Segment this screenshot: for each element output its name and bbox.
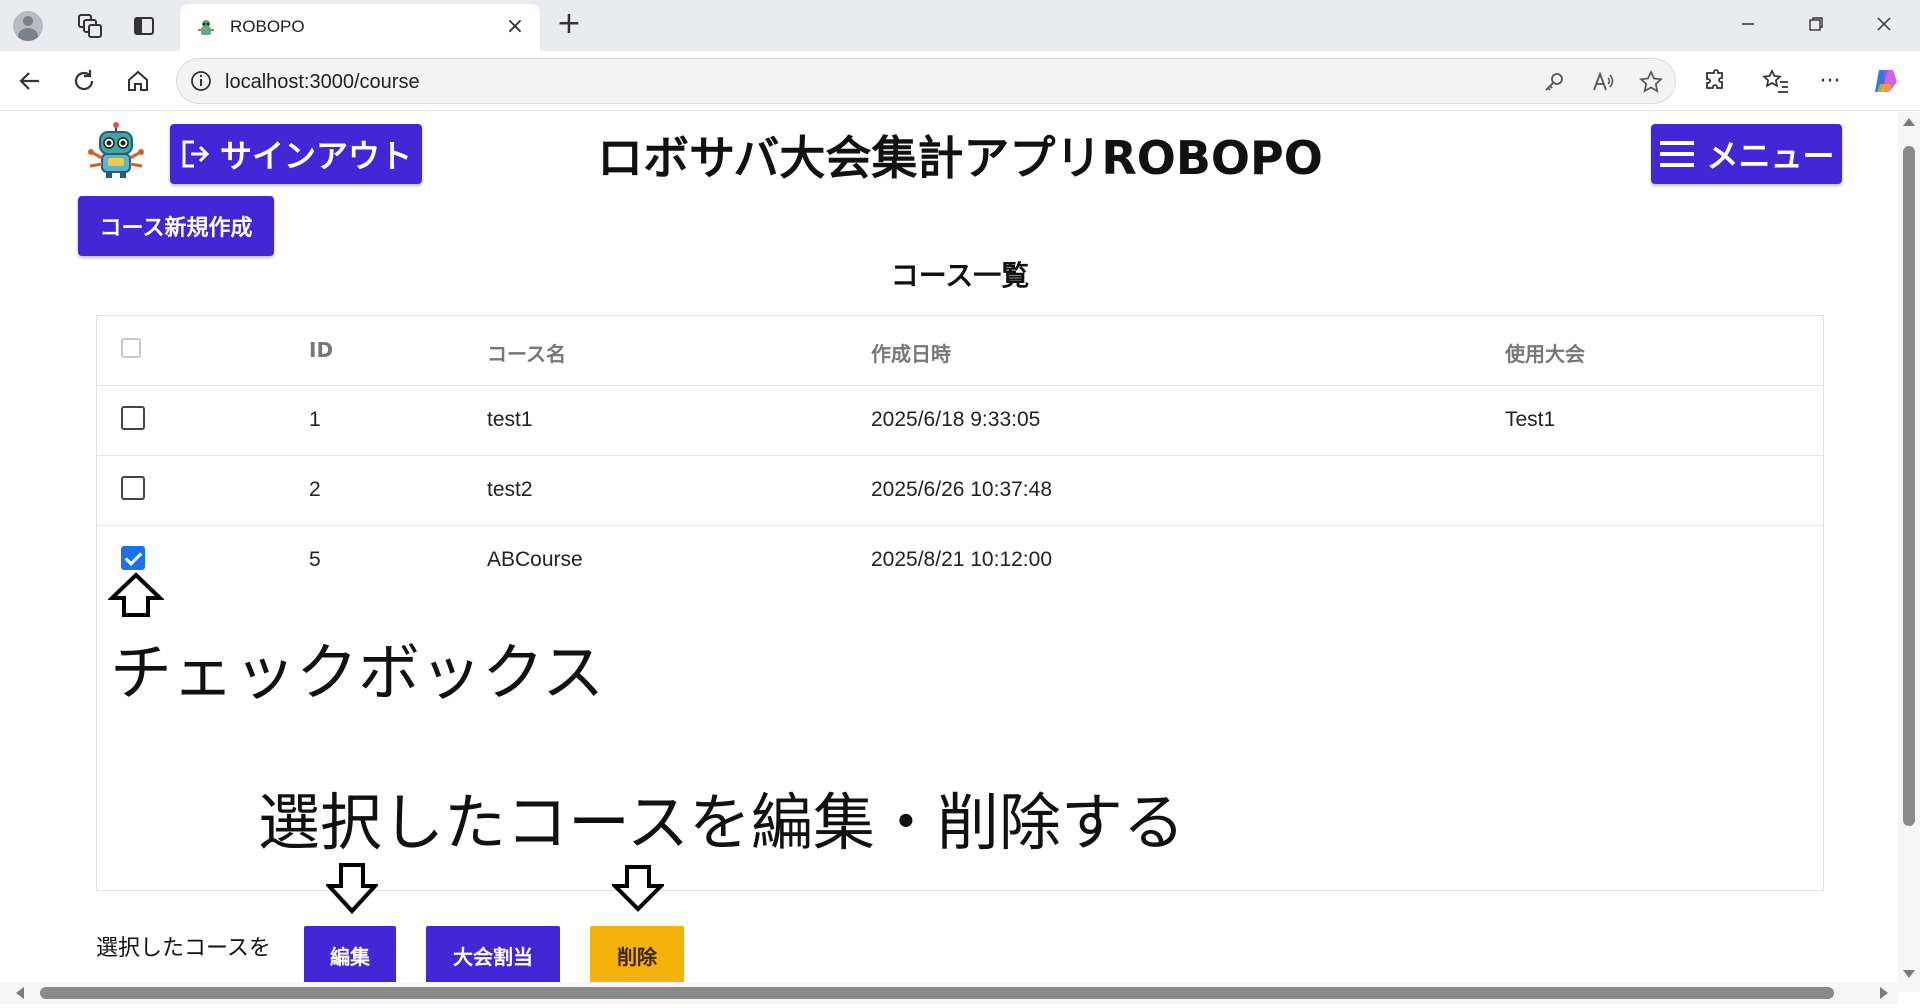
vertical-scrollbar[interactable] — [1898, 112, 1920, 992]
vertical-tabs-icon[interactable] — [128, 10, 160, 42]
scroll-left-icon[interactable] — [16, 987, 24, 999]
annotation-down-arrow-icon — [612, 865, 664, 912]
cell-id: 5 — [309, 548, 321, 571]
robot-favicon-icon — [198, 20, 214, 35]
column-header-created[interactable]: 作成日時 — [871, 338, 951, 367]
row-checkbox[interactable] — [121, 476, 145, 500]
read-aloud-icon[interactable] — [1589, 68, 1617, 96]
profile-icon[interactable] — [12, 10, 44, 42]
page-viewport: サインアウト ロボサバ大会集計アプリROBOPO メニュー コース新規作成 コー… — [0, 112, 1920, 1008]
signout-label: サインアウト — [219, 137, 412, 175]
annotation-up-arrow-icon — [108, 572, 164, 617]
vertical-scroll-thumb[interactable] — [1903, 146, 1915, 826]
cell-created: 2025/6/18 9:33:05 — [871, 408, 1041, 431]
table-row[interactable]: 2 test2 2025/6/26 10:37:48 — [97, 456, 1823, 526]
back-icon[interactable] — [12, 63, 48, 99]
extensions-icon[interactable] — [1696, 63, 1732, 99]
column-header-id[interactable]: ID — [309, 338, 333, 362]
table-header-row: ID コース名 作成日時 使用大会 — [97, 316, 1823, 386]
minimize-icon[interactable] — [1720, 8, 1776, 42]
annotation-edit-delete-text: 選択したコースを編集・削除する — [258, 786, 1185, 859]
annotation-checkbox-text: チェックボックス — [110, 636, 605, 709]
scroll-right-icon[interactable] — [1880, 987, 1888, 999]
restore-icon[interactable] — [1788, 8, 1844, 42]
table-row[interactable]: 5 ABCourse 2025/8/21 10:12:00 — [97, 526, 1823, 596]
assign-competition-button[interactable]: 大会割当 — [426, 926, 560, 984]
hamburger-icon — [1660, 141, 1695, 167]
cell-id: 2 — [309, 478, 321, 501]
cell-name: test1 — [487, 408, 533, 431]
url-field[interactable]: localhost:3000/course — [176, 58, 1676, 104]
home-icon[interactable] — [120, 63, 156, 99]
selected-courses-label: 選択したコースを — [96, 936, 271, 961]
collections-icon[interactable] — [74, 10, 106, 42]
browser-address-bar: localhost:3000/course ··· — [0, 51, 1920, 111]
cell-id: 1 — [309, 408, 321, 431]
cell-name: ABCourse — [487, 548, 583, 571]
key-icon[interactable] — [1540, 68, 1568, 96]
copilot-icon[interactable] — [1868, 63, 1904, 99]
browser-tab-bar: ROBOPO × + — [0, 0, 1920, 51]
cell-created: 2025/6/26 10:37:48 — [871, 478, 1053, 501]
url-text: localhost:3000/course — [225, 71, 420, 93]
cell-created: 2025/8/21 10:12:00 — [871, 548, 1053, 571]
info-icon[interactable] — [189, 69, 213, 93]
column-header-name[interactable]: コース名 — [487, 338, 566, 367]
browser-tab-active[interactable]: ROBOPO × — [180, 4, 540, 51]
horizontal-scrollbar[interactable] — [0, 982, 1898, 1004]
favorites-icon[interactable] — [1758, 63, 1794, 99]
page-title: コース一覧 — [890, 259, 1030, 292]
app-title: ロボサバ大会集計アプリROBOPO — [597, 131, 1323, 185]
new-course-button[interactable]: コース新規作成 — [78, 196, 274, 256]
menu-button[interactable]: メニュー — [1651, 124, 1842, 184]
more-icon[interactable]: ··· — [1812, 63, 1848, 99]
select-all-checkbox[interactable] — [121, 338, 141, 358]
signout-button[interactable]: サインアウト — [170, 124, 422, 184]
cell-competition: Test1 — [1505, 408, 1556, 431]
new-tab-button[interactable]: + — [552, 8, 586, 42]
window-close-icon[interactable] — [1856, 8, 1912, 42]
menu-label: メニュー — [1706, 137, 1835, 175]
edit-button[interactable]: 編集 — [304, 926, 396, 984]
signout-icon — [182, 140, 210, 168]
row-checkbox[interactable] — [121, 406, 145, 430]
row-checkbox-checked[interactable] — [121, 546, 145, 570]
delete-button[interactable]: 削除 — [590, 926, 684, 984]
annotation-down-arrow-icon — [326, 863, 378, 914]
scroll-up-icon[interactable] — [1903, 118, 1915, 126]
robot-logo — [88, 122, 144, 178]
scroll-down-icon[interactable] — [1903, 970, 1915, 978]
tab-title: ROBOPO — [230, 17, 305, 36]
horizontal-scroll-thumb[interactable] — [40, 987, 1834, 999]
table-row[interactable]: 1 test1 2025/6/18 9:33:05 Test1 — [97, 386, 1823, 456]
cell-name: test2 — [487, 478, 533, 501]
refresh-icon[interactable] — [66, 63, 102, 99]
column-header-competition[interactable]: 使用大会 — [1505, 338, 1585, 367]
favorite-star-icon[interactable] — [1637, 68, 1665, 96]
tab-close-icon[interactable]: × — [502, 14, 528, 40]
